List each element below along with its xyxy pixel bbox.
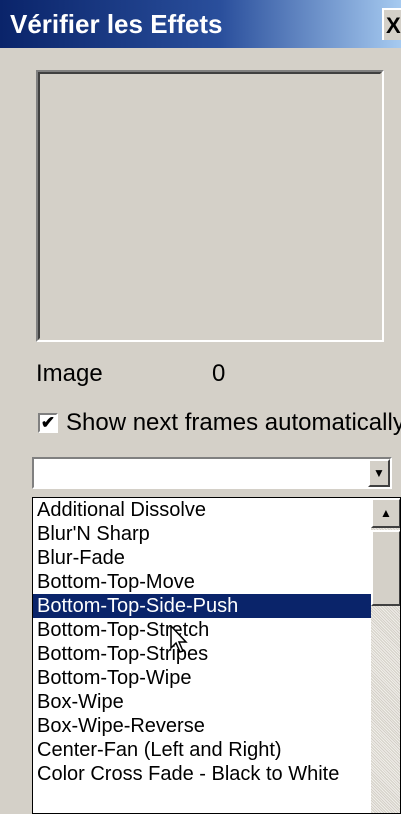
auto-frames-label[interactable]: Show next frames automatically: [66, 409, 401, 437]
list-item[interactable]: Color Cross Fade - Black to White: [33, 762, 371, 786]
scroll-thumb[interactable]: [371, 530, 400, 606]
list-item[interactable]: Center-Fan (Left and Right): [33, 738, 371, 762]
list-item[interactable]: Bottom-Top-Move: [33, 570, 371, 594]
image-label: Image: [36, 360, 103, 387]
image-counter: 0: [212, 360, 226, 387]
preview-canvas: [38, 72, 382, 340]
list-item[interactable]: Additional Dissolve: [33, 498, 371, 522]
list-item[interactable]: Bottom-Top-Stripes: [33, 642, 371, 666]
scroll-up-icon[interactable]: ▲: [371, 498, 400, 528]
vertical-scrollbar[interactable]: ▲: [371, 498, 400, 813]
effects-listbox[interactable]: Additional Dissolve Blur'N Sharp Blur-Fade…: [32, 497, 401, 814]
list-item[interactable]: Box-Wipe: [33, 690, 371, 714]
auto-frames-checkbox[interactable]: ✔: [38, 413, 58, 433]
list-item[interactable]: Blur'N Sharp: [33, 522, 371, 546]
effect-combobox[interactable]: ▼: [32, 457, 392, 489]
close-button[interactable]: X: [382, 8, 401, 40]
list-item[interactable]: Box-Wipe-Reverse: [33, 714, 371, 738]
mouse-cursor-icon: [170, 625, 188, 653]
list-item[interactable]: Blur-Fade: [33, 546, 371, 570]
preview-area: [36, 70, 384, 342]
list-item[interactable]: Bottom-Top-Stretch: [33, 618, 371, 642]
list-item[interactable]: Bottom-Top-Side-Push: [33, 594, 371, 618]
effects-list: Additional Dissolve Blur'N Sharp Blur-Fade…: [33, 498, 371, 786]
dropdown-arrow-icon[interactable]: ▼: [368, 459, 390, 487]
window-title: Vérifier les Effets: [10, 9, 223, 39]
list-item[interactable]: Bottom-Top-Wipe: [33, 666, 371, 690]
title-bar[interactable]: Vérifier les Effets X: [0, 0, 401, 48]
